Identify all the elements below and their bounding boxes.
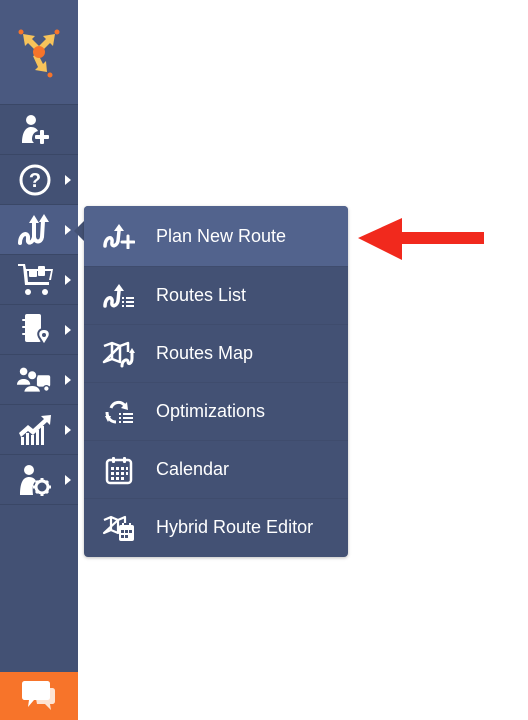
sidebar-divider	[0, 504, 78, 506]
menu-item-routes-list[interactable]: Routes List	[84, 267, 348, 325]
menu-item-label: Hybrid Route Editor	[156, 517, 314, 537]
sidebar-item-settings[interactable]	[0, 454, 78, 504]
menu-item-hybrid-route-editor[interactable]: Hybrid Route Editor	[84, 499, 348, 556]
red-arrow-left-icon	[358, 218, 484, 260]
chevron-right-icon	[65, 224, 71, 235]
sidebar-item-orders[interactable]	[0, 254, 78, 304]
routes-icon	[16, 212, 54, 248]
chevron-right-icon	[65, 474, 71, 485]
menu-item-label: Optimizations	[156, 401, 266, 421]
sidebar-item-analytics[interactable]	[0, 404, 78, 454]
menu-item-label: Calendar	[156, 459, 230, 479]
calendar-icon	[102, 455, 136, 485]
sidebar-item-help[interactable]: ?	[0, 154, 78, 204]
sidebar-item-address-book[interactable]	[0, 304, 78, 354]
sidebar-nav: ?	[0, 104, 78, 506]
sidebar-item-team[interactable]	[0, 354, 78, 404]
user-add-icon	[16, 112, 54, 148]
chevron-right-icon	[65, 324, 71, 335]
menu-item-optimizations[interactable]: Optimizations	[84, 383, 348, 441]
menu-item-plan-new-route[interactable]: Plan New Route	[84, 206, 348, 267]
question-circle-icon: ?	[16, 162, 54, 198]
user-settings-icon	[16, 462, 54, 498]
hybrid-route-editor-icon	[102, 513, 136, 543]
routes-map-icon	[102, 339, 136, 369]
sidebar-item-add-customer[interactable]	[0, 104, 78, 154]
sidebar: ?	[0, 0, 78, 720]
routes-submenu: Plan New Route Routes List Routes Map Op…	[84, 206, 348, 557]
route4me-logo-icon	[18, 29, 60, 78]
chat-bubbles-icon	[22, 681, 55, 710]
menu-item-routes-map[interactable]: Routes Map	[84, 325, 348, 383]
chevron-right-icon	[65, 374, 71, 385]
address-book-icon	[16, 312, 54, 348]
analytics-chart-icon	[16, 412, 54, 448]
menu-item-label: Routes List	[156, 285, 247, 305]
sidebar-item-routes[interactable]	[0, 204, 78, 254]
logo[interactable]	[0, 0, 78, 104]
optimizations-icon	[102, 397, 136, 427]
chevron-right-icon	[65, 424, 71, 435]
menu-item-calendar[interactable]: Calendar	[84, 441, 348, 499]
chat-button[interactable]	[0, 672, 78, 720]
cart-icon	[16, 262, 54, 298]
chevron-right-icon	[65, 274, 71, 285]
chevron-right-icon	[65, 174, 71, 185]
menu-item-label: Plan New Route	[156, 225, 287, 246]
routes-list-icon	[102, 281, 136, 311]
plan-new-route-icon	[102, 221, 136, 251]
menu-item-label: Routes Map	[156, 343, 254, 363]
team-vehicle-icon	[16, 362, 54, 398]
svg-text:?: ?	[29, 170, 41, 192]
